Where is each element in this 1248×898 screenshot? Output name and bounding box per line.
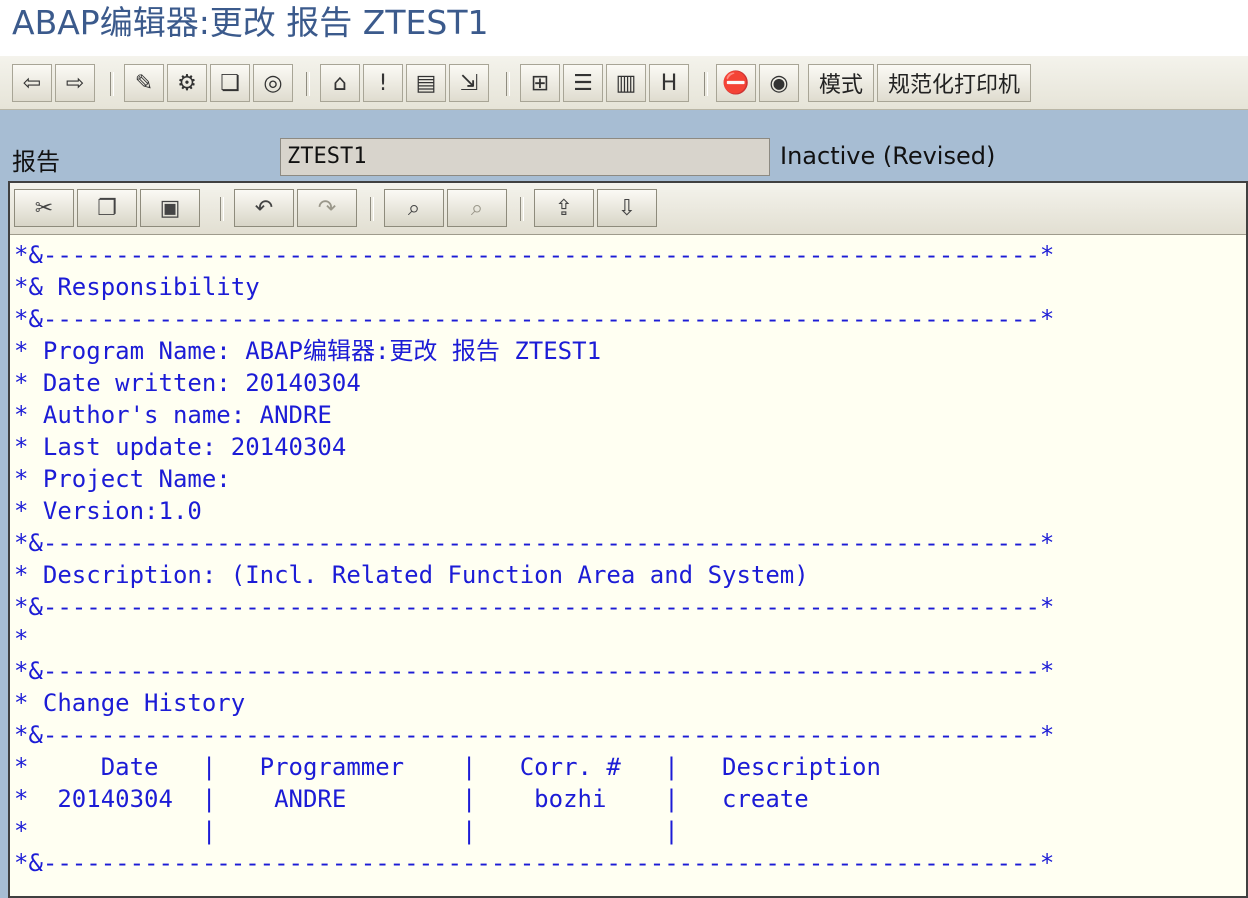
forward-button[interactable]: ⇨ [55,64,95,102]
paste-icon: ▣ [159,195,181,221]
back-button[interactable]: ⇦ [12,64,52,102]
toolbar-group-1: ✎ ⚙ ❏ ◎ [124,64,293,104]
stack-icon: ☰ [573,70,593,96]
other-object-button[interactable]: ❏ [210,64,250,102]
check-icon: ◎ [263,70,283,96]
check-button[interactable]: ◎ [253,64,293,102]
toolbar-group-4: ⛔ ◉ [716,64,799,104]
find-next-icon: ⌕ [470,195,484,221]
paste-button[interactable]: ▣ [140,189,200,227]
toolbar-separator [220,197,224,221]
code-line[interactable]: * Version:1.0 [14,495,1246,527]
code-line[interactable]: * Author's name: ANDRE [14,399,1246,431]
copy-icon: ❐ [97,195,117,221]
stop-icon: ⛔ [722,70,750,96]
object-list-button[interactable]: ⊞ [520,64,560,102]
toolbar-separator [506,72,510,96]
code-line[interactable]: * | | | [14,815,1246,847]
code-line[interactable]: * 20140304 | ANDRE | bozhi | create [14,783,1246,815]
navigation-icon: ⇲ [459,70,479,96]
application-toolbar: ⇦ ⇨ ✎ ⚙ ❏ ◎ ⌂! ▤ ⇲ ⊞ ☰ ▥ H ⛔ ◉ 模式 规范化打印机 [0,56,1248,110]
toolbar-separator [110,72,114,96]
editor-toolbar: ✂ ❐ ▣ ↶ ↷ ⌕ ⌕ ⇪ ⇩ [10,183,1246,235]
breakpoint-button[interactable]: ◉ [759,64,799,102]
code-line[interactable]: *&--------------------------------------… [14,847,1246,879]
test-icon: ! [378,70,388,96]
upload-button[interactable]: ⇪ [534,189,594,227]
code-line[interactable]: * Program Name: ABAP编辑器:更改 报告 ZTEST1 [14,335,1246,367]
info-icon: H [660,70,678,96]
display-object-button[interactable]: ▥ [606,64,646,102]
stop-button[interactable]: ⛔ [716,64,756,102]
code-line[interactable]: * Date written: 20140304 [14,367,1246,399]
code-line[interactable]: *& Responsibility [14,271,1246,303]
redo-button[interactable]: ↷ [297,189,357,227]
code-line[interactable]: *&--------------------------------------… [14,655,1246,687]
active-inactive-button[interactable]: ⚙ [167,64,207,102]
editor-find-group: ⌕ ⌕ [384,189,507,229]
toolbar-separator [370,197,374,221]
find-button[interactable]: ⌕ [384,189,444,227]
code-line[interactable]: * Date | Programmer | Corr. # | Descript… [14,751,1246,783]
redo-icon: ↷ [317,195,337,221]
source-code[interactable]: *&--------------------------------------… [14,239,1246,896]
code-line[interactable]: * Change History [14,687,1246,719]
display-change-icon: ✎ [134,70,154,96]
copy-button[interactable]: ❐ [77,189,137,227]
other-object-icon: ❏ [220,70,240,96]
undo-button[interactable]: ↶ [234,189,294,227]
code-line[interactable]: *&--------------------------------------… [14,303,1246,335]
editor-undo-group: ↶ ↷ [234,189,357,229]
status-text: Inactive (Revised) [780,142,996,170]
test-button[interactable]: ! [363,64,403,102]
download-icon: ⇩ [617,195,637,221]
activate-icon: ⌂ [333,70,347,96]
toolbar-text-buttons: 模式 规范化打印机 [808,64,1032,104]
activate-button[interactable]: ⌂ [320,64,360,102]
display-change-button[interactable]: ✎ [124,64,164,102]
toolbar-group-3: ⊞ ☰ ▥ H [520,64,689,104]
code-line[interactable]: * Description: (Incl. Related Function A… [14,559,1246,591]
pretty-printer-button[interactable]: 规范化打印机 [877,64,1032,102]
forward-icon: ⇨ [65,70,85,96]
find-next-button[interactable]: ⌕ [447,189,507,227]
mode-button[interactable]: 模式 [808,64,875,102]
toolbar-separator [520,197,524,221]
object-list-icon: ⊞ [530,70,550,96]
toolbar-group-2: ⌂! ▤ ⇲ [320,64,489,104]
code-editor[interactable]: ✂ ❐ ▣ ↶ ↷ ⌕ ⌕ ⇪ ⇩ *&-------------------------… [8,181,1248,898]
navigation-button[interactable]: ⇲ [449,64,489,102]
info-button[interactable]: H [649,64,689,102]
active-inactive-icon: ⚙ [177,70,197,96]
code-line[interactable]: *&--------------------------------------… [14,719,1246,751]
code-line[interactable]: * Last update: 20140304 [14,431,1246,463]
window-title: ABAP编辑器:更改 报告 ZTEST1 [0,0,1248,50]
breakpoint-icon: ◉ [769,70,789,96]
code-line[interactable]: *&--------------------------------------… [14,591,1246,623]
back-icon: ⇦ [22,70,42,96]
find-icon: ⌕ [407,195,421,221]
editor-clipboard-group: ✂ ❐ ▣ [14,189,200,229]
display-object-icon: ▥ [615,70,637,96]
nav-group: ⇦ ⇨ [12,64,95,104]
toolbar-separator [306,72,310,96]
editor-transfer-group: ⇪ ⇩ [534,189,657,229]
cut-button[interactable]: ✂ [14,189,74,227]
report-label: 报告 [12,148,60,176]
code-line[interactable]: * [14,623,1246,655]
cut-icon: ✂ [34,195,54,221]
where-used-icon: ▤ [415,70,437,96]
where-used-button[interactable]: ▤ [406,64,446,102]
report-name-field[interactable]: ZTEST1 [280,138,770,176]
download-button[interactable]: ⇩ [597,189,657,227]
undo-icon: ↶ [254,195,274,221]
code-line[interactable]: *&--------------------------------------… [14,239,1246,271]
upload-icon: ⇪ [554,195,574,221]
code-line[interactable]: *&--------------------------------------… [14,527,1246,559]
code-line[interactable]: * Project Name: [14,463,1246,495]
toolbar-separator [704,72,708,96]
stack-button[interactable]: ☰ [563,64,603,102]
